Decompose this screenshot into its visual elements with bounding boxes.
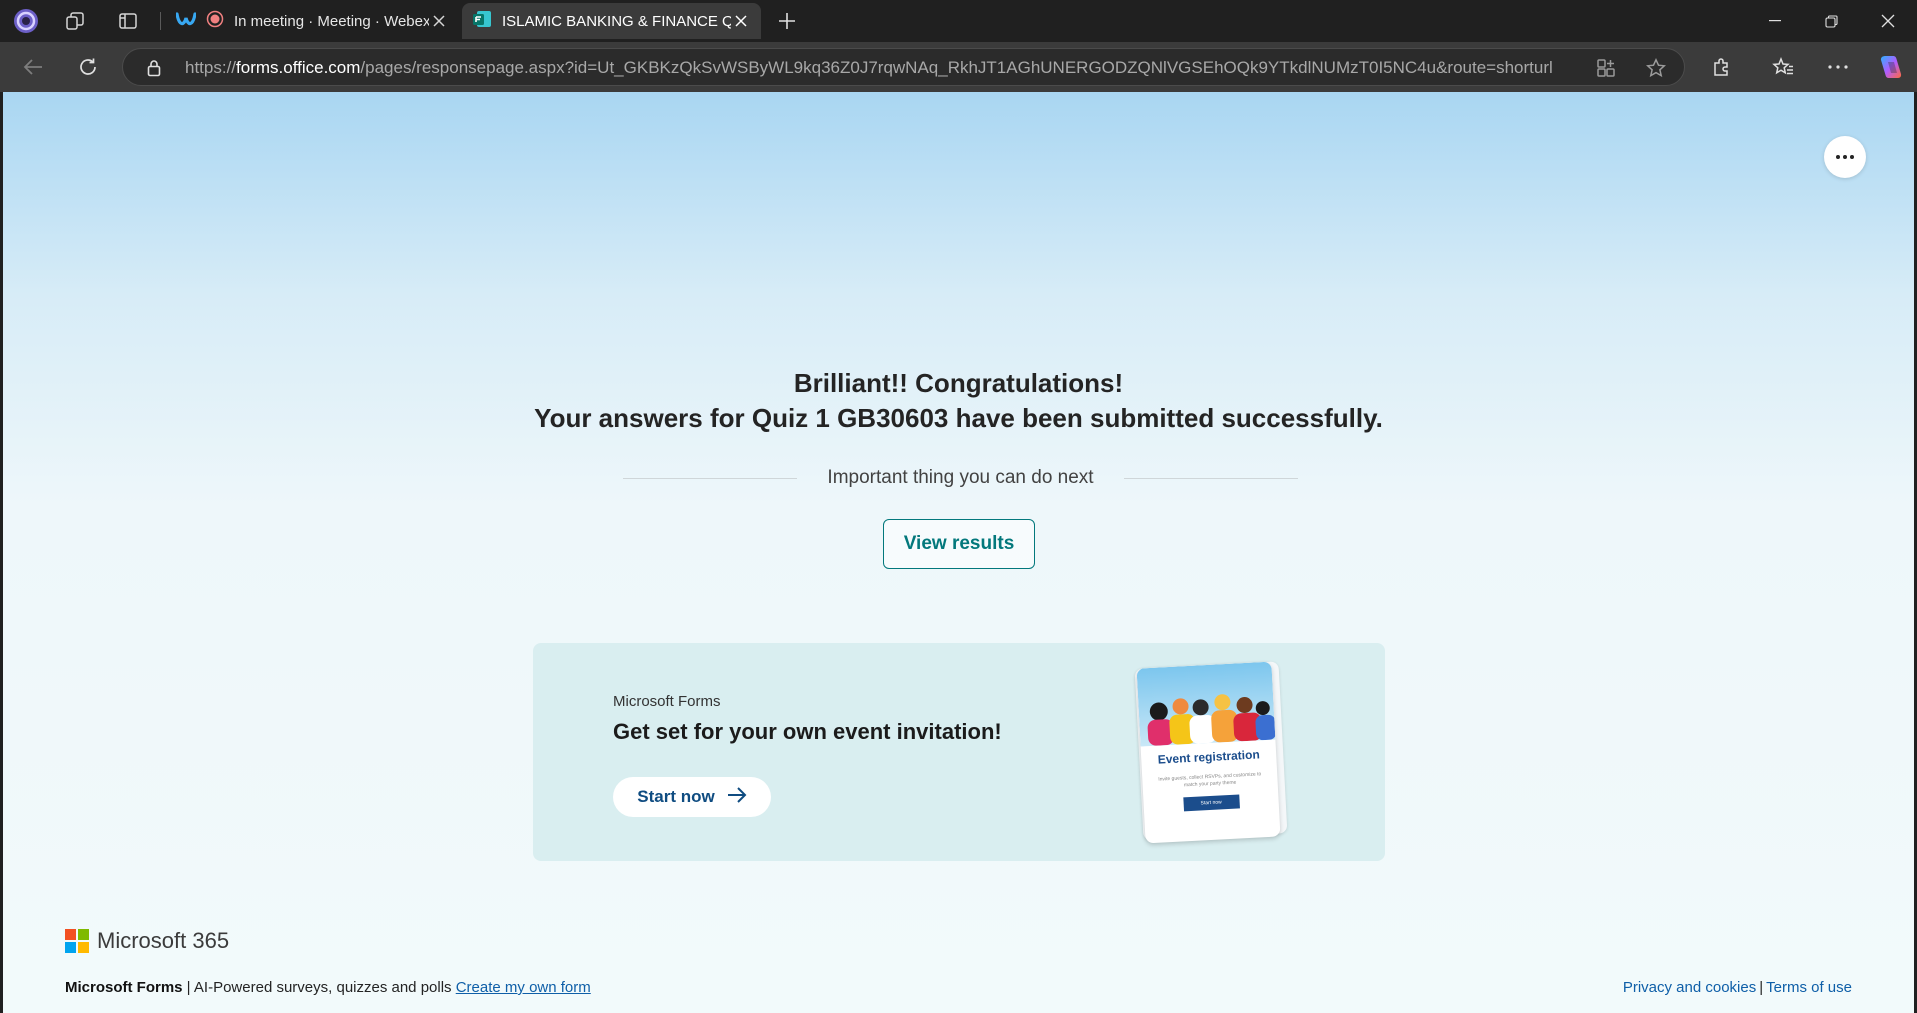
- url-input[interactable]: https://forms.office.com/pages/responsep…: [122, 48, 1685, 86]
- lock-icon[interactable]: [139, 53, 169, 83]
- forms-response-page: Brilliant!! Congratulations! Your answer…: [3, 92, 1914, 1013]
- card-title: Event registration: [1157, 747, 1261, 767]
- next-steps-label: Important thing you can do next: [827, 467, 1094, 488]
- microsoft-logo-icon: [65, 929, 89, 953]
- divider-line: [1123, 477, 1299, 479]
- favorites-icon[interactable]: [1765, 51, 1801, 83]
- card-text: Invite guests, collect RSVPs, and custom…: [1158, 771, 1262, 789]
- promo-brand: Microsoft Forms: [613, 693, 721, 710]
- next-steps-divider: Important thing you can do next: [623, 463, 1299, 493]
- create-form-link[interactable]: Create my own form: [456, 979, 591, 996]
- extensions-icon[interactable]: [1704, 51, 1740, 83]
- favorite-star-icon[interactable]: [1641, 53, 1671, 83]
- tab-separator: [160, 12, 161, 30]
- profile-icon[interactable]: [8, 6, 44, 36]
- url-text: https://forms.office.com/pages/responsep…: [185, 58, 1553, 77]
- footer-left: Microsoft Forms | AI-Powered surveys, qu…: [65, 979, 591, 996]
- refresh-icon[interactable]: [70, 51, 106, 83]
- tab-webex-meeting[interactable]: In meeting · Meeting · Webex: [166, 3, 459, 39]
- start-now-button[interactable]: Start now: [613, 777, 771, 817]
- privacy-link[interactable]: Privacy and cookies: [1623, 979, 1756, 996]
- footer-brand: Microsoft Forms: [65, 979, 183, 996]
- divider-line: [623, 477, 798, 479]
- tab-title: ISLAMIC BANKING & FINANCE Quiz: [502, 12, 731, 30]
- forms-icon: [472, 9, 492, 33]
- tab-actions-icon[interactable]: [110, 6, 146, 36]
- microsoft-365-logo: Microsoft 365: [65, 928, 229, 954]
- logo-text: Microsoft 365: [97, 928, 230, 953]
- arrow-right-icon: [727, 786, 747, 808]
- back-icon[interactable]: [15, 51, 51, 83]
- footer-separator: |: [1759, 979, 1764, 996]
- recording-icon: [206, 10, 224, 32]
- headline-line-1: Brilliant!! Congratulations!: [793, 368, 1124, 398]
- start-now-label: Start now: [637, 787, 715, 806]
- view-results-button[interactable]: View results: [883, 519, 1035, 569]
- headline-line-2: Your answers for Quiz 1 GB30603 have bee…: [534, 403, 1383, 433]
- tab-islamic-banking-quiz[interactable]: ISLAMIC BANKING & FINANCE Quiz: [462, 3, 761, 39]
- workspaces-icon[interactable]: [57, 6, 93, 36]
- webex-icon: [175, 10, 197, 32]
- promo-card: Microsoft Forms Get set for your own eve…: [533, 643, 1385, 861]
- promo-title: Get set for your own event invitation!: [613, 719, 1002, 744]
- new-tab-icon[interactable]: [769, 6, 805, 36]
- tab-bar: In meeting · Meeting · Webex ISLAMIC BAN…: [0, 0, 1917, 42]
- close-window-icon[interactable]: [1860, 0, 1916, 42]
- more-options-button[interactable]: [1824, 136, 1866, 178]
- submission-confirmation: Brilliant!! Congratulations! Your answer…: [3, 366, 1914, 436]
- restore-icon[interactable]: [1803, 0, 1859, 42]
- address-bar: https://forms.office.com/pages/responsep…: [0, 42, 1917, 92]
- close-tab-icon[interactable]: [429, 11, 449, 31]
- event-registration-illustration: Event registration Invite guests, collec…: [1136, 661, 1281, 844]
- app-available-icon[interactable]: [1591, 53, 1621, 83]
- footer-right: Privacy and cookies | Terms of use: [1623, 979, 1852, 996]
- copilot-icon[interactable]: [1873, 51, 1909, 83]
- footer-tagline: | AI-Powered surveys, quizzes and polls: [182, 979, 456, 996]
- close-tab-icon[interactable]: [731, 11, 751, 31]
- more-icon[interactable]: [1820, 51, 1856, 83]
- people-illustration: [1136, 661, 1277, 747]
- terms-link[interactable]: Terms of use: [1766, 979, 1852, 996]
- minimize-icon[interactable]: [1747, 0, 1803, 42]
- card-start-button: Start now: [1182, 794, 1240, 812]
- tab-title: In meeting · Meeting · Webex: [234, 12, 429, 30]
